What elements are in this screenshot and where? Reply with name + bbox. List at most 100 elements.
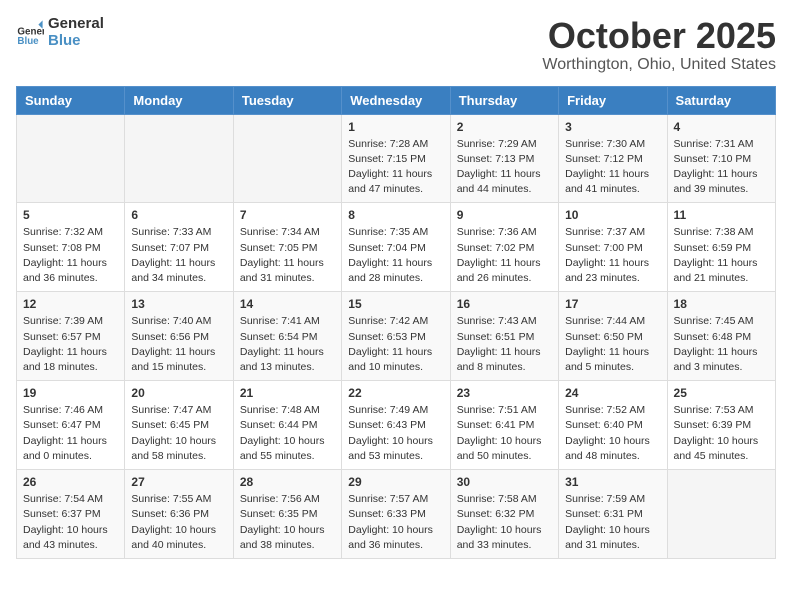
calendar-cell (233, 114, 341, 203)
day-number: 1 (348, 120, 443, 134)
calendar-cell: 16 Sunrise: 7:43 AM Sunset: 6:51 PM Dayli… (450, 292, 558, 381)
day-info: Sunrise: 7:30 AM Sunset: 7:12 PM Dayligh… (565, 137, 660, 198)
day-info: Sunrise: 7:29 AM Sunset: 7:13 PM Dayligh… (457, 137, 552, 198)
month-title: October 2025 (542, 16, 776, 56)
day-info: Sunrise: 7:48 AM Sunset: 6:44 PM Dayligh… (240, 403, 335, 464)
calendar-cell: 1 Sunrise: 7:28 AM Sunset: 7:15 PM Daylig… (342, 114, 450, 203)
day-number: 28 (240, 475, 335, 489)
calendar-cell: 26 Sunrise: 7:54 AM Sunset: 6:37 PM Dayli… (17, 470, 125, 559)
weekday-header: Thursday (450, 86, 558, 114)
weekday-header: Saturday (667, 86, 775, 114)
day-number: 16 (457, 297, 552, 311)
calendar-cell: 9 Sunrise: 7:36 AM Sunset: 7:02 PM Daylig… (450, 203, 558, 292)
day-number: 21 (240, 386, 335, 400)
calendar-cell: 18 Sunrise: 7:45 AM Sunset: 6:48 PM Dayli… (667, 292, 775, 381)
day-number: 3 (565, 120, 660, 134)
day-info: Sunrise: 7:43 AM Sunset: 6:51 PM Dayligh… (457, 314, 552, 375)
weekday-header: Friday (559, 86, 667, 114)
logo-general-text: General (48, 16, 104, 33)
day-number: 13 (131, 297, 226, 311)
weekday-header: Monday (125, 86, 233, 114)
day-info: Sunrise: 7:32 AM Sunset: 7:08 PM Dayligh… (23, 225, 118, 286)
day-number: 18 (674, 297, 769, 311)
day-info: Sunrise: 7:52 AM Sunset: 6:40 PM Dayligh… (565, 403, 660, 464)
calendar-cell: 19 Sunrise: 7:46 AM Sunset: 6:47 PM Dayli… (17, 381, 125, 470)
calendar-cell (17, 114, 125, 203)
calendar-cell: 10 Sunrise: 7:37 AM Sunset: 7:00 PM Dayli… (559, 203, 667, 292)
day-info: Sunrise: 7:39 AM Sunset: 6:57 PM Dayligh… (23, 314, 118, 375)
day-info: Sunrise: 7:45 AM Sunset: 6:48 PM Dayligh… (674, 314, 769, 375)
calendar-cell: 25Sunrise: 7:53 AM Sunset: 6:39 PM Dayli… (667, 381, 775, 470)
calendar-header-row: SundayMondayTuesdayWednesdayThursdayFrid… (17, 86, 776, 114)
day-info: Sunrise: 7:40 AM Sunset: 6:56 PM Dayligh… (131, 314, 226, 375)
day-number: 19 (23, 386, 118, 400)
day-number: 14 (240, 297, 335, 311)
day-number: 29 (348, 475, 443, 489)
calendar-cell: 28 Sunrise: 7:56 AM Sunset: 6:35 PM Dayli… (233, 470, 341, 559)
day-number: 12 (23, 297, 118, 311)
logo-blue-text: Blue (48, 33, 104, 50)
calendar-cell (125, 114, 233, 203)
calendar-cell: 21 Sunrise: 7:48 AM Sunset: 6:44 PM Dayli… (233, 381, 341, 470)
calendar-cell: 12 Sunrise: 7:39 AM Sunset: 6:57 PM Dayli… (17, 292, 125, 381)
calendar-cell: 31 Sunrise: 7:59 AM Sunset: 6:31 PM Dayli… (559, 470, 667, 559)
calendar-week-row: 12 Sunrise: 7:39 AM Sunset: 6:57 PM Dayli… (17, 292, 776, 381)
calendar-cell: 24 Sunrise: 7:52 AM Sunset: 6:40 PM Dayli… (559, 381, 667, 470)
day-number: 7 (240, 208, 335, 222)
day-number: 30 (457, 475, 552, 489)
day-info: Sunrise: 7:38 AM Sunset: 6:59 PM Dayligh… (674, 225, 769, 286)
day-number: 25 (674, 386, 769, 400)
day-number: 9 (457, 208, 552, 222)
weekday-header: Sunday (17, 86, 125, 114)
calendar-week-row: 19 Sunrise: 7:46 AM Sunset: 6:47 PM Dayli… (17, 381, 776, 470)
calendar-cell: 3 Sunrise: 7:30 AM Sunset: 7:12 PM Daylig… (559, 114, 667, 203)
day-number: 24 (565, 386, 660, 400)
day-info: Sunrise: 7:46 AM Sunset: 6:47 PM Dayligh… (23, 403, 118, 464)
calendar-cell: 5Sunrise: 7:32 AM Sunset: 7:08 PM Daylig… (17, 203, 125, 292)
day-info: Sunrise: 7:33 AM Sunset: 7:07 PM Dayligh… (131, 225, 226, 286)
day-number: 22 (348, 386, 443, 400)
calendar-cell: 20Sunrise: 7:47 AM Sunset: 6:45 PM Dayli… (125, 381, 233, 470)
calendar-cell: 7 Sunrise: 7:34 AM Sunset: 7:05 PM Daylig… (233, 203, 341, 292)
calendar-cell: 15Sunrise: 7:42 AM Sunset: 6:53 PM Dayli… (342, 292, 450, 381)
day-number: 26 (23, 475, 118, 489)
logo-icon: General Blue (16, 19, 44, 47)
calendar-cell: 27 Sunrise: 7:55 AM Sunset: 6:36 PM Dayli… (125, 470, 233, 559)
weekday-header: Wednesday (342, 86, 450, 114)
location-title: Worthington, Ohio, United States (542, 56, 776, 74)
page-header: General Blue General Blue October 2025 W… (16, 16, 776, 74)
day-number: 8 (348, 208, 443, 222)
day-info: Sunrise: 7:56 AM Sunset: 6:35 PM Dayligh… (240, 492, 335, 553)
day-info: Sunrise: 7:28 AM Sunset: 7:15 PM Dayligh… (348, 137, 443, 198)
calendar-cell: 2 Sunrise: 7:29 AM Sunset: 7:13 PM Daylig… (450, 114, 558, 203)
day-number: 4 (674, 120, 769, 134)
day-info: Sunrise: 7:35 AM Sunset: 7:04 PM Dayligh… (348, 225, 443, 286)
calendar-cell: 8 Sunrise: 7:35 AM Sunset: 7:04 PM Daylig… (342, 203, 450, 292)
day-info: Sunrise: 7:37 AM Sunset: 7:00 PM Dayligh… (565, 225, 660, 286)
day-info: Sunrise: 7:59 AM Sunset: 6:31 PM Dayligh… (565, 492, 660, 553)
weekday-header: Tuesday (233, 86, 341, 114)
day-info: Sunrise: 7:34 AM Sunset: 7:05 PM Dayligh… (240, 225, 335, 286)
day-info: Sunrise: 7:36 AM Sunset: 7:02 PM Dayligh… (457, 225, 552, 286)
logo: General Blue General Blue (16, 16, 104, 49)
calendar-cell: 22 Sunrise: 7:49 AM Sunset: 6:43 PM Dayli… (342, 381, 450, 470)
calendar-cell: 14 Sunrise: 7:41 AM Sunset: 6:54 PM Dayli… (233, 292, 341, 381)
day-info: Sunrise: 7:41 AM Sunset: 6:54 PM Dayligh… (240, 314, 335, 375)
day-info: Sunrise: 7:58 AM Sunset: 6:32 PM Dayligh… (457, 492, 552, 553)
day-info: Sunrise: 7:54 AM Sunset: 6:37 PM Dayligh… (23, 492, 118, 553)
svg-text:Blue: Blue (17, 36, 39, 47)
day-number: 31 (565, 475, 660, 489)
calendar-week-row: 1 Sunrise: 7:28 AM Sunset: 7:15 PM Daylig… (17, 114, 776, 203)
day-info: Sunrise: 7:49 AM Sunset: 6:43 PM Dayligh… (348, 403, 443, 464)
calendar-cell: 13 Sunrise: 7:40 AM Sunset: 6:56 PM Dayli… (125, 292, 233, 381)
day-number: 27 (131, 475, 226, 489)
day-info: Sunrise: 7:31 AM Sunset: 7:10 PM Dayligh… (674, 137, 769, 198)
day-info: Sunrise: 7:55 AM Sunset: 6:36 PM Dayligh… (131, 492, 226, 553)
day-info: Sunrise: 7:47 AM Sunset: 6:45 PM Dayligh… (131, 403, 226, 464)
day-number: 2 (457, 120, 552, 134)
day-info: Sunrise: 7:51 AM Sunset: 6:41 PM Dayligh… (457, 403, 552, 464)
day-number: 10 (565, 208, 660, 222)
calendar-cell: 23Sunrise: 7:51 AM Sunset: 6:41 PM Dayli… (450, 381, 558, 470)
calendar-cell: 30 Sunrise: 7:58 AM Sunset: 6:32 PM Dayli… (450, 470, 558, 559)
calendar-week-row: 26 Sunrise: 7:54 AM Sunset: 6:37 PM Dayli… (17, 470, 776, 559)
